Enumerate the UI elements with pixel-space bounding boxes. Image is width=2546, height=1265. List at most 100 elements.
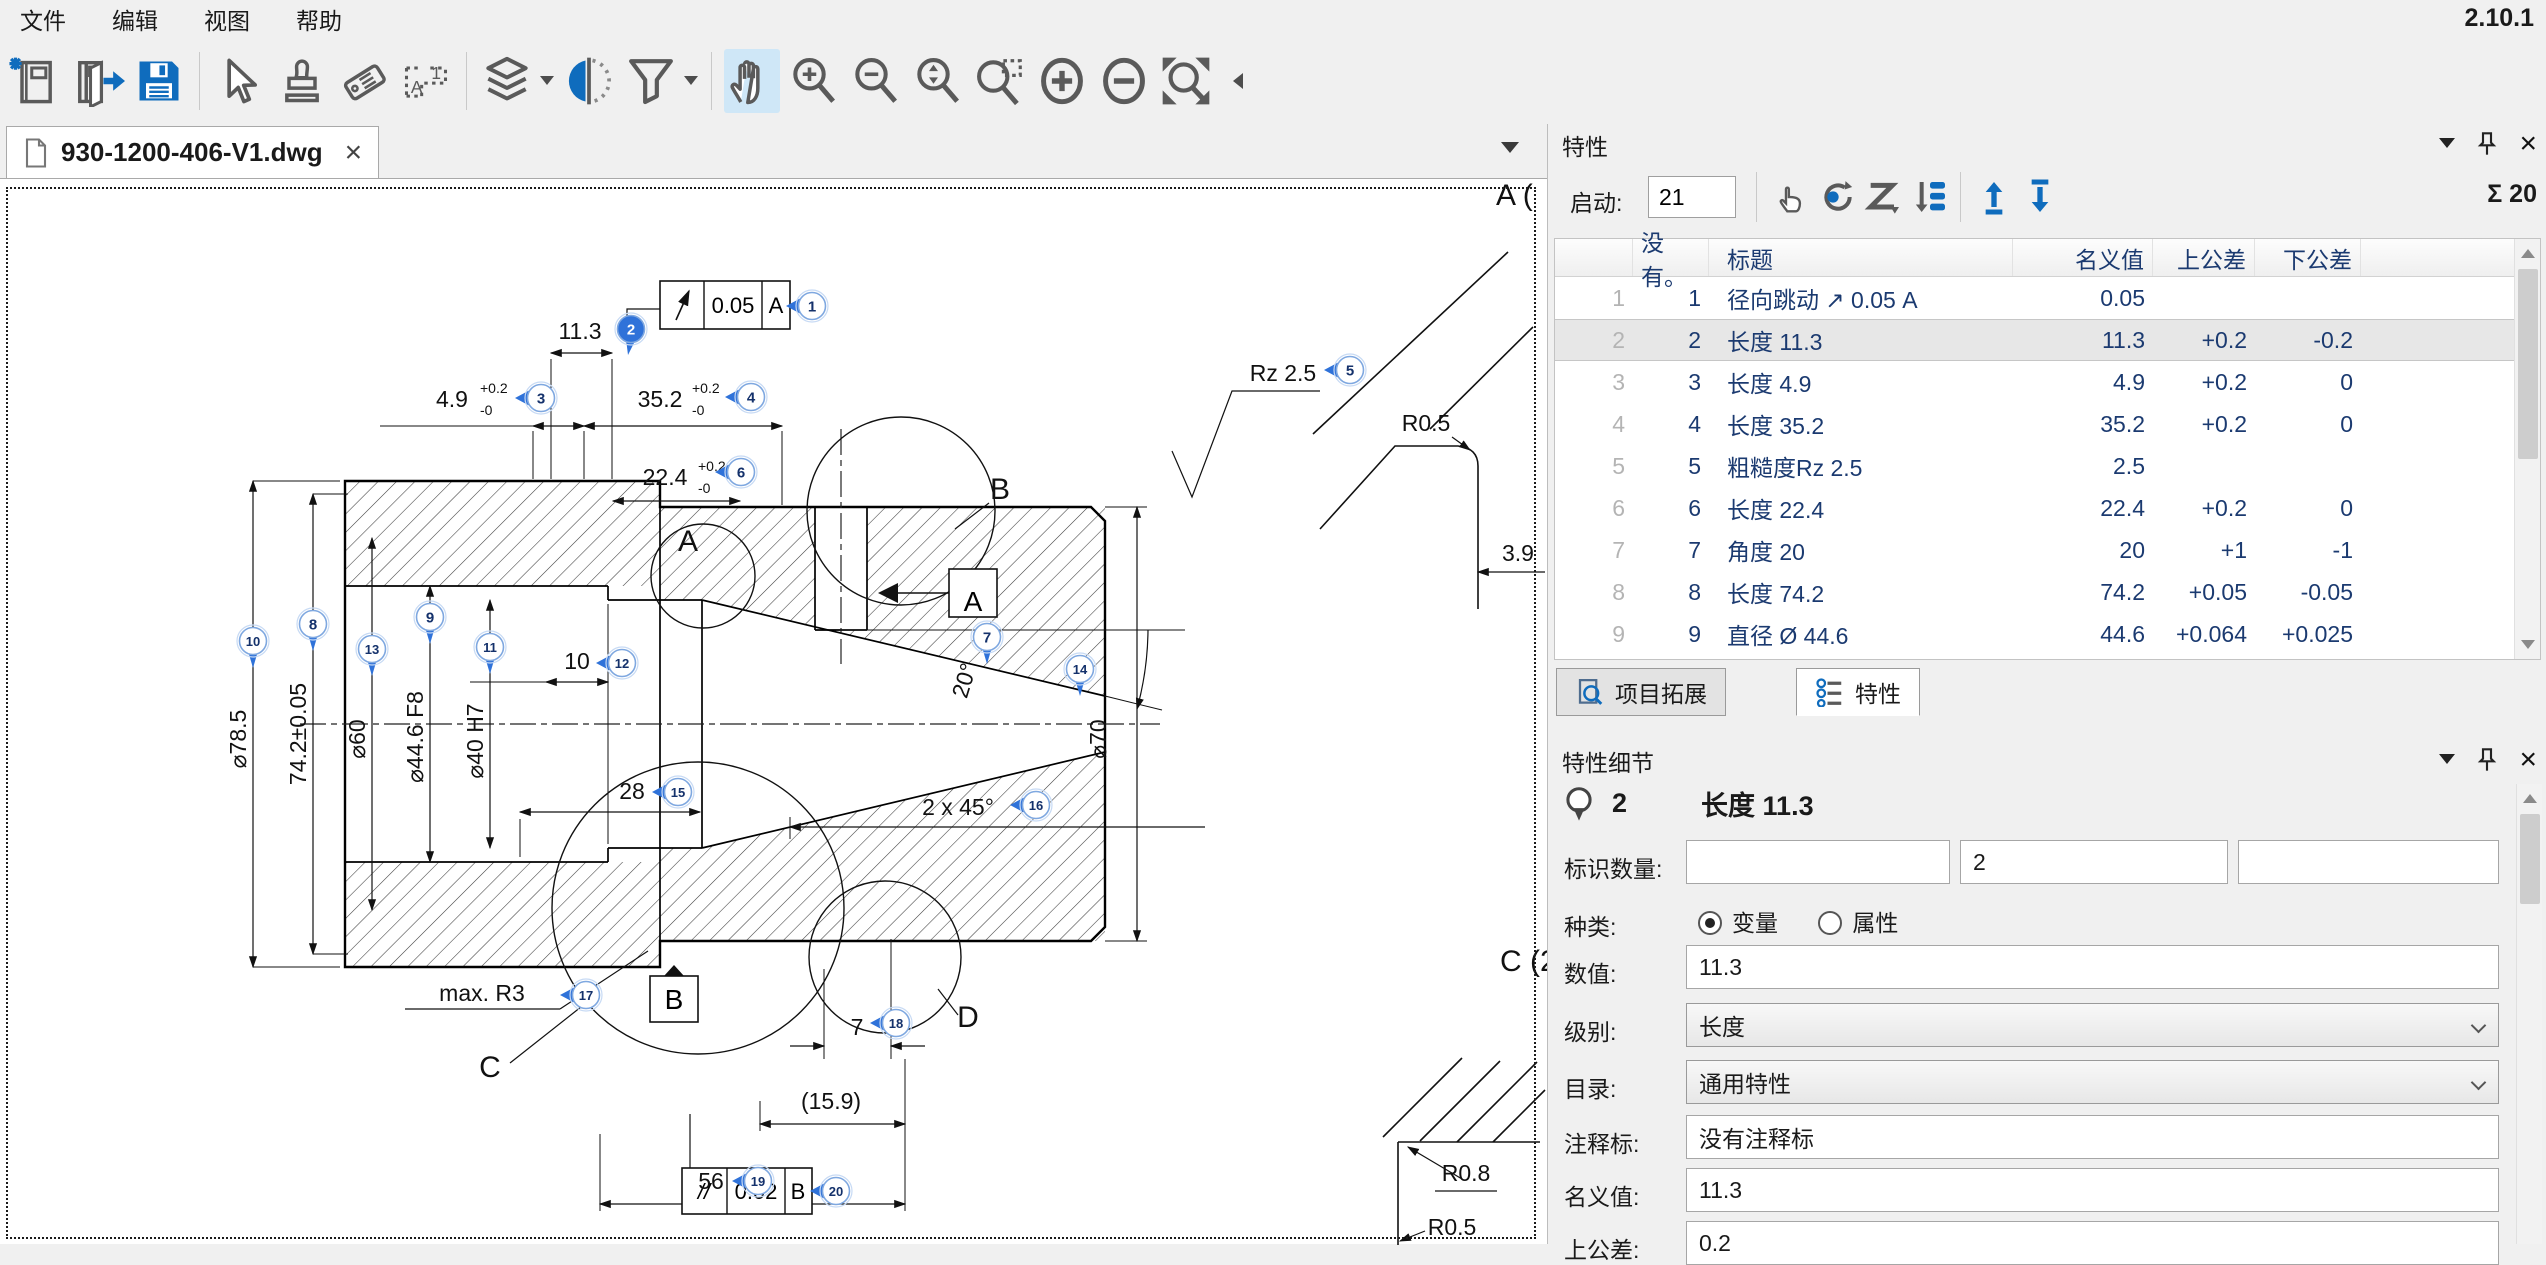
table-row[interactable]: 99直径 Ø 44.644.6+0.064+0.025 xyxy=(1555,613,2540,655)
table-row[interactable]: 11径向跳动 ↗ 0.05 A0.05 xyxy=(1555,277,2540,319)
kind-radio-group: 变量 属性 xyxy=(1698,904,1898,938)
details-panel-title: 特性细节 xyxy=(1562,750,1654,776)
upper-tolerance-input[interactable] xyxy=(1686,1221,2499,1265)
label-catalog: 目录: xyxy=(1564,1070,1616,1104)
table-scrollbar[interactable] xyxy=(2514,239,2540,659)
header-lower[interactable]: 下公差 xyxy=(2255,239,2361,276)
document-icon xyxy=(23,138,49,168)
stamp-tool-button[interactable] xyxy=(274,49,330,113)
tabbar-dropdown-arrow[interactable] xyxy=(1501,142,1519,162)
table-row-selected[interactable]: 22长度 11.311.3+0.2-0.2 xyxy=(1555,319,2540,361)
radio-variable-control[interactable] xyxy=(1698,911,1722,935)
start-input[interactable] xyxy=(1648,176,1736,218)
panel-close-icon[interactable]: × xyxy=(2519,749,2537,771)
panel-dropdown-icon[interactable] xyxy=(2439,754,2455,772)
tag-tool-button[interactable] xyxy=(336,49,392,113)
label-id-count: 标识数量: xyxy=(1564,850,1662,884)
list-down-icon xyxy=(1910,177,1950,217)
total-count-badge: Σ 20 xyxy=(2487,180,2537,209)
arrow-down-icon xyxy=(2020,177,2060,217)
tab-project-expansion[interactable]: 项目拓展 xyxy=(1556,668,1726,716)
table-row[interactable]: 77角度 2020+1-1 xyxy=(1555,529,2540,571)
zoom-out-tool-button[interactable] xyxy=(848,49,904,113)
document-tab-title: 930-1200-406-V1.dwg xyxy=(61,137,323,168)
toolbar-collapse-arrow[interactable] xyxy=(1225,73,1243,89)
filter-dropdown-arrow[interactable] xyxy=(684,76,698,92)
move-down-button[interactable] xyxy=(2018,174,2062,220)
zoom-in-tool-button[interactable] xyxy=(786,49,842,113)
menu-edit[interactable]: 编辑 xyxy=(112,2,158,36)
minus-circle-icon xyxy=(1097,54,1151,108)
region-annotate-button[interactable]: A 1 xyxy=(398,49,454,113)
menu-bar: 文件 编辑 视图 帮助 xyxy=(0,0,2546,38)
menu-view[interactable]: 视图 xyxy=(204,2,250,36)
selected-item-header: 2 长度 11.3 xyxy=(1562,784,1814,823)
save-button[interactable] xyxy=(131,49,187,113)
drawing-canvas[interactable]: 0.05 A // 0.02 B A B 11.3 4.9 +0 xyxy=(0,178,1547,1244)
label-kind: 种类: xyxy=(1564,908,1616,942)
menu-file[interactable]: 文件 xyxy=(20,2,66,36)
table-row[interactable]: 44长度 35.235.2+0.20 xyxy=(1555,403,2540,445)
zoom-dynamic-tool-button[interactable] xyxy=(910,49,966,113)
header-title[interactable]: 标题 xyxy=(1709,239,2013,276)
table-row[interactable]: 66长度 22.422.4+0.20 xyxy=(1555,487,2540,529)
new-document-button[interactable] xyxy=(7,49,63,113)
plus-circle-icon xyxy=(1035,54,1089,108)
menu-help[interactable]: 帮助 xyxy=(296,2,342,36)
pick-tool-button[interactable] xyxy=(1770,174,1814,220)
header-upper[interactable]: 上公差 xyxy=(2153,239,2255,276)
header-no[interactable]: 没有。 xyxy=(1633,239,1709,276)
nominal-input[interactable] xyxy=(1686,1168,2499,1212)
panel-pin-icon[interactable] xyxy=(2477,748,2497,772)
panel-dropdown-icon[interactable] xyxy=(2439,138,2455,156)
value-input[interactable] xyxy=(1686,945,2499,989)
z-order-icon xyxy=(1864,177,1904,217)
id-count-input-3[interactable] xyxy=(2238,840,2499,884)
layers-button[interactable] xyxy=(479,49,535,113)
id-count-input-2[interactable] xyxy=(1960,840,2228,884)
pan-tool-button[interactable] xyxy=(724,49,780,113)
tab-properties[interactable]: 特性 xyxy=(1796,668,1920,716)
scroll-thumb[interactable] xyxy=(2520,814,2540,904)
header-nominal[interactable]: 名义值 xyxy=(2013,239,2153,276)
select-tool-button[interactable] xyxy=(212,49,268,113)
scroll-up-button[interactable] xyxy=(2515,239,2541,265)
chevron-down-icon xyxy=(2471,1075,2487,1091)
selection-marquee xyxy=(6,187,1536,1239)
table-row[interactable]: 88长度 74.274.2+0.05-0.05 xyxy=(1555,571,2540,613)
radio-variable[interactable]: 变量 xyxy=(1698,910,1778,936)
layers-dropdown-arrow[interactable] xyxy=(540,76,554,92)
level-select[interactable]: 长度 xyxy=(1686,1003,2499,1047)
radio-attribute-label: 属性 xyxy=(1852,910,1898,936)
zoom-fit-button[interactable] xyxy=(1158,49,1214,113)
radio-attribute-control[interactable] xyxy=(1818,911,1842,935)
move-up-button[interactable] xyxy=(1972,174,2016,220)
document-tab[interactable]: 930-1200-406-V1.dwg × xyxy=(6,126,379,178)
panel-pin-icon[interactable] xyxy=(2477,132,2497,156)
mirror-view-button[interactable] xyxy=(561,49,617,113)
filter-button[interactable] xyxy=(623,49,679,113)
details-scrollbar[interactable] xyxy=(2516,784,2542,1244)
zoom-window-icon xyxy=(973,54,1027,108)
zoom-in-icon xyxy=(787,54,841,108)
region-icon: A 1 xyxy=(398,55,454,107)
scroll-thumb[interactable] xyxy=(2518,269,2538,459)
table-row[interactable]: 33长度 4.94.9+0.20 xyxy=(1555,361,2540,403)
renumber-button[interactable] xyxy=(1816,174,1860,220)
table-row[interactable]: 55粗糙度Rz 2.52.5 xyxy=(1555,445,2540,487)
increase-button[interactable] xyxy=(1034,49,1090,113)
properties-panel-title: 特性 xyxy=(1562,134,1608,160)
radio-attribute[interactable]: 属性 xyxy=(1818,910,1898,936)
note-input[interactable] xyxy=(1686,1115,2499,1159)
scroll-up-button[interactable] xyxy=(2517,784,2543,810)
list-order-button[interactable] xyxy=(1908,174,1952,220)
zoom-window-tool-button[interactable] xyxy=(972,49,1028,113)
open-document-button[interactable] xyxy=(69,49,125,113)
decrease-button[interactable] xyxy=(1096,49,1152,113)
panel-close-icon[interactable]: × xyxy=(2519,133,2537,155)
scroll-down-button[interactable] xyxy=(2515,633,2541,659)
id-count-input-1[interactable] xyxy=(1686,840,1950,884)
zigzag-order-button[interactable] xyxy=(1862,174,1906,220)
tab-close-icon[interactable]: × xyxy=(345,143,363,163)
catalog-select[interactable]: 通用特性 xyxy=(1686,1060,2499,1104)
